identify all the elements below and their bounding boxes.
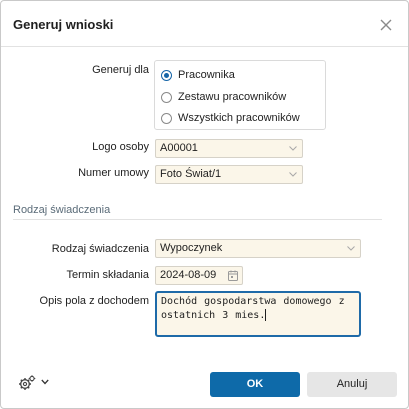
benefit-type-label: Rodzaj świadczenia xyxy=(51,243,149,255)
chevron-down-icon xyxy=(347,246,355,251)
chevron-down-icon[interactable] xyxy=(41,379,49,385)
cancel-button[interactable]: Anuluj xyxy=(307,372,397,397)
contract-number-label: Numer umowy xyxy=(78,167,149,179)
close-icon[interactable] xyxy=(378,17,394,33)
section-title-benefit: Rodzaj świadczenia xyxy=(13,204,111,216)
radio-option-employee[interactable]: Pracownika xyxy=(161,67,235,83)
radio-option-employee-set[interactable]: Zestawu pracowników xyxy=(161,89,286,105)
submission-date-label: Termin składania xyxy=(66,269,149,281)
section-divider xyxy=(13,219,382,220)
generate-applications-dialog: Generuj wnioski Generuj dla Pracownika Z… xyxy=(0,0,409,409)
person-logo-value: A00001 xyxy=(160,142,198,154)
contract-number-value: Foto Świat/1 xyxy=(160,168,222,180)
person-logo-label: Logo osoby xyxy=(92,141,149,153)
submission-date-value: 2024-08-09 xyxy=(160,269,217,281)
title-divider xyxy=(1,46,408,47)
generate-for-label: Generuj dla xyxy=(92,64,149,76)
radio-option-label: Pracownika xyxy=(178,69,235,81)
gear-icon[interactable] xyxy=(18,374,36,392)
submission-date-input[interactable]: 2024-08-09 xyxy=(155,266,243,285)
radio-button-checked[interactable] xyxy=(161,69,172,81)
radio-option-label: Zestawu pracowników xyxy=(178,91,287,103)
generate-for-radio-group: Pracownika Zestawu pracowników Wszystkic… xyxy=(154,60,326,130)
benefit-type-combo[interactable]: Wypoczynek xyxy=(155,239,361,258)
income-description-value: Dochód gospodarstwa domowego z ostatnich… xyxy=(161,296,345,321)
contract-number-combo[interactable]: Foto Świat/1 xyxy=(155,165,303,184)
benefit-type-value: Wypoczynek xyxy=(160,242,223,254)
radio-option-label: Wszystkich pracowników xyxy=(178,112,300,124)
radio-option-all-employees[interactable]: Wszystkich pracowników xyxy=(161,110,300,126)
radio-button[interactable] xyxy=(161,112,172,124)
dialog-title: Generuj wnioski xyxy=(13,17,114,32)
chevron-down-icon xyxy=(289,172,297,177)
calendar-icon[interactable] xyxy=(228,270,238,281)
radio-button[interactable] xyxy=(161,91,172,103)
income-field-label: Opis pola z dochodem xyxy=(39,295,149,307)
text-caret xyxy=(265,309,267,321)
person-logo-combo[interactable]: A00001 xyxy=(155,139,303,158)
ok-button[interactable]: OK xyxy=(210,372,300,397)
chevron-down-icon xyxy=(289,146,297,151)
income-description-textarea[interactable]: Dochód gospodarstwa domowego z ostatnich… xyxy=(155,291,361,337)
